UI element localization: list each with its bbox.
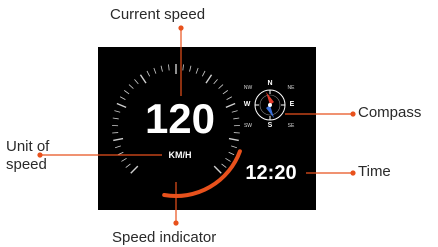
- current-speed-callout: Current speed: [110, 6, 206, 23]
- compass-southeast-label: SE: [287, 123, 295, 129]
- leader-speed-indicator-dot: [173, 220, 179, 226]
- time-value: 12:20: [245, 162, 297, 184]
- compass-northwest-label: NW: [243, 85, 253, 91]
- time-callout: Time: [358, 163, 391, 180]
- leader-compass-dot: [350, 111, 356, 117]
- compass-callout: Compass: [358, 104, 422, 121]
- speed-indicator-callout: Speed indicator: [112, 229, 217, 246]
- current-speed-value: 120: [144, 95, 216, 142]
- leader-current-speed-dot: [178, 25, 184, 31]
- compass-pivot: [268, 103, 272, 107]
- leader-time-dot: [350, 170, 356, 176]
- dashboard-diagram: 120 KM/H 12:20 N S W E NE NW SE SW Curre…: [0, 0, 438, 247]
- speed-unit-label: KM/H: [168, 150, 192, 160]
- compass-north-label: N: [267, 80, 273, 87]
- compass-northeast-label: NE: [287, 85, 295, 91]
- compass-south-label: S: [267, 122, 273, 129]
- unit-of-speed-callout: Unit of speed: [6, 138, 50, 173]
- compass-southwest-label: SW: [243, 123, 253, 129]
- compass-west-label: W: [243, 101, 251, 108]
- compass-east-label: E: [289, 101, 295, 108]
